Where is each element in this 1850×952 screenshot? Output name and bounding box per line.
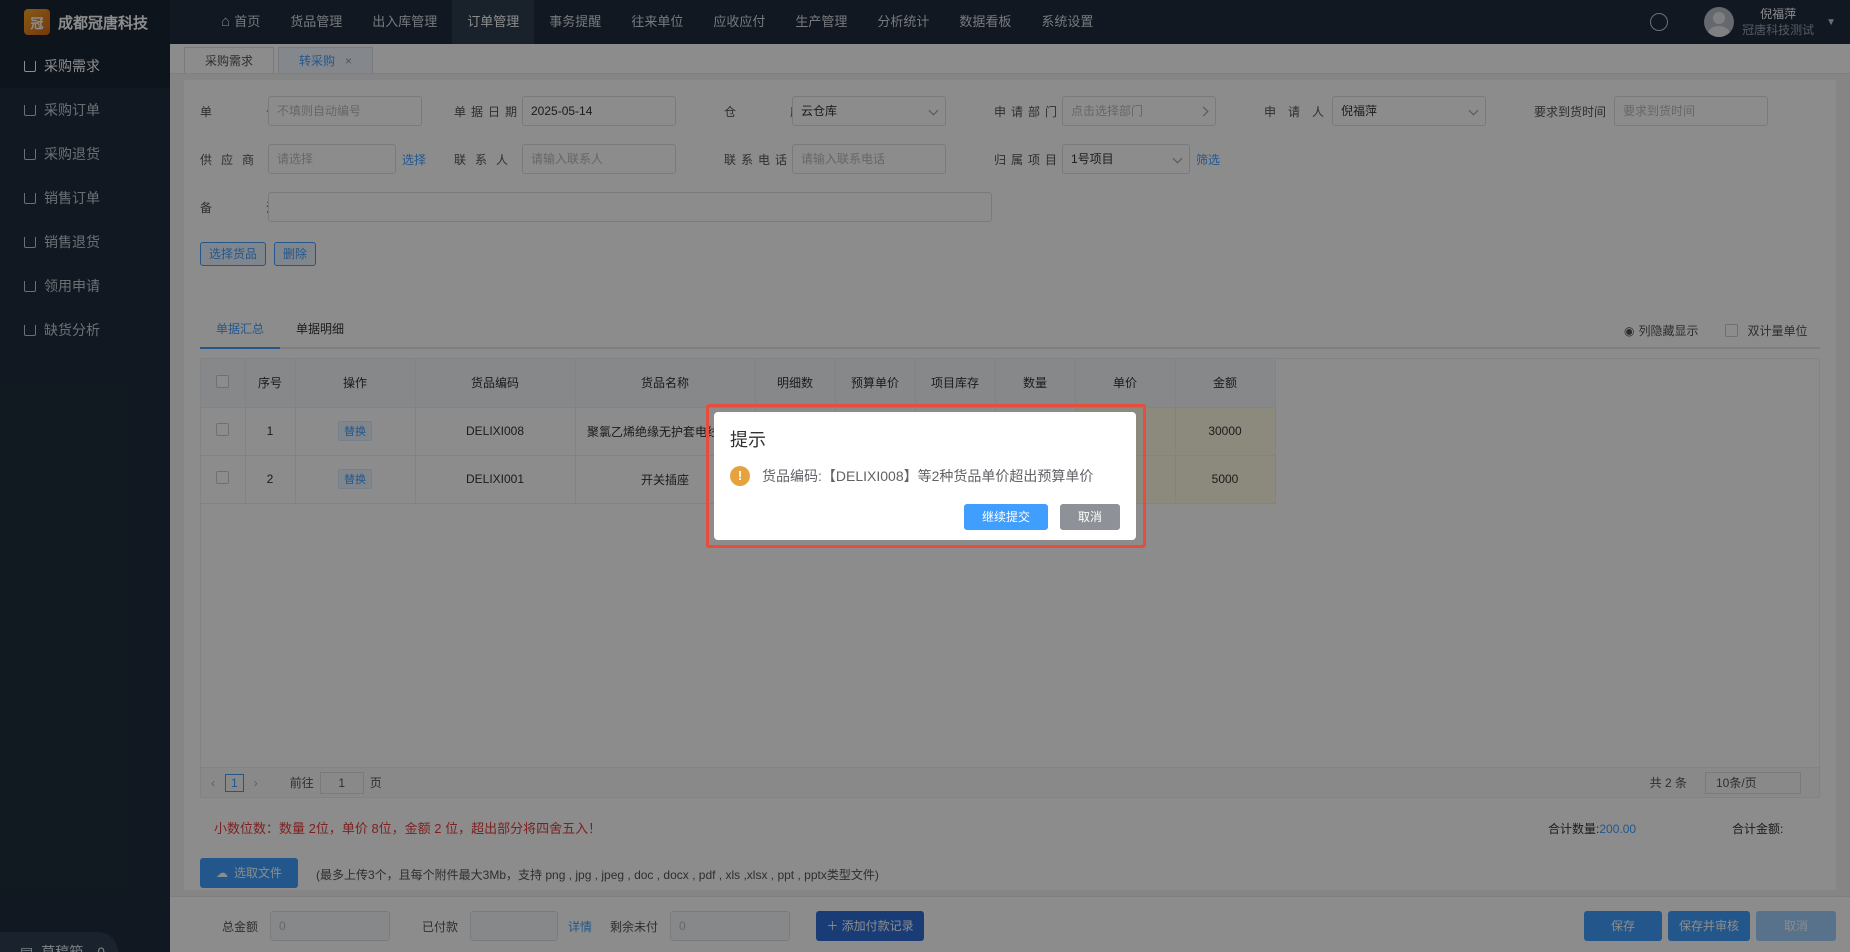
dialog-message: 货品编码:【DELIXI008】等2种货品单价超出预算单价 xyxy=(762,468,1094,484)
dialog-title: 提示 xyxy=(730,430,766,450)
continue-submit-button[interactable]: 继续提交 xyxy=(963,504,1048,530)
warning-icon: ! xyxy=(730,466,750,486)
dialog-cancel-button[interactable]: 取消 xyxy=(1059,504,1120,530)
confirm-dialog: 提示 ! 货品编码:【DELIXI008】等2种货品单价超出预算单价 继续提交 … xyxy=(714,412,1136,540)
